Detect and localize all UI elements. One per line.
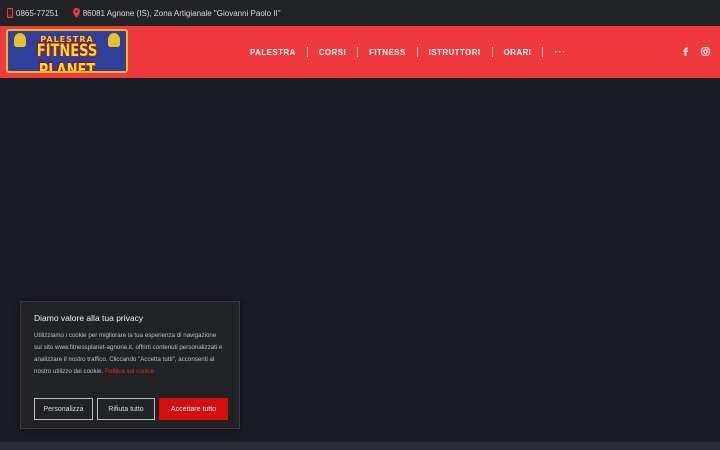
- nav-more-button[interactable]: ···: [554, 47, 566, 57]
- nav-divider: [357, 47, 359, 57]
- site-header: PALESTRA FITNESS PLANET PALESTRA CORSI F…: [0, 26, 720, 78]
- phone-number: 0865-77251: [16, 8, 59, 18]
- mobile-phone-icon: [7, 8, 13, 18]
- cookie-buttons: Personalizza Rifiuta tutto Accettare tut…: [34, 398, 232, 420]
- nav-divider: [491, 47, 493, 57]
- facebook-icon[interactable]: [683, 47, 688, 56]
- customize-button[interactable]: Personalizza: [34, 398, 93, 420]
- cookie-banner-title: Diamo valore alla tua privacy: [34, 313, 144, 323]
- site-logo[interactable]: PALESTRA FITNESS PLANET: [6, 29, 128, 73]
- nav-item-orari[interactable]: ORARI: [504, 48, 532, 57]
- map-marker-icon: [72, 8, 80, 18]
- social-links: [670, 47, 710, 56]
- nav-divider: [542, 47, 544, 57]
- cookie-consent-banner: Diamo valore alla tua privacy Utilizziam…: [20, 301, 240, 429]
- nav-item-istruttori[interactable]: ISTRUTTORI: [429, 48, 481, 57]
- address-text: 86081 Agnone (IS), Zona Artigianale "Gio…: [82, 8, 281, 18]
- nav-item-palestra[interactable]: PALESTRA: [250, 48, 296, 57]
- main-navigation: PALESTRA CORSI FITNESS ISTRUTTORI ORARI …: [250, 26, 566, 78]
- phone-contact[interactable]: 0865-77251: [7, 8, 59, 18]
- nav-item-corsi[interactable]: CORSI: [319, 48, 346, 57]
- reject-all-button[interactable]: Rifiuta tutto: [97, 398, 155, 420]
- instagram-icon[interactable]: [701, 47, 710, 56]
- cookie-policy-link[interactable]: Politica sui cookie: [105, 368, 154, 375]
- nav-divider: [416, 47, 418, 57]
- top-info-bar: 0865-77251 86081 Agnone (IS), Zona Artig…: [0, 0, 720, 26]
- footer-strip: [0, 442, 720, 450]
- accept-all-button[interactable]: Accettare tutto: [159, 398, 228, 420]
- nav-divider: [306, 47, 308, 57]
- address-contact[interactable]: 86081 Agnone (IS), Zona Artigianale "Gio…: [72, 8, 281, 18]
- cookie-banner-text: Utilizziamo i cookie per migliorare la t…: [34, 330, 224, 378]
- nav-item-fitness[interactable]: FITNESS: [369, 48, 406, 57]
- logo-line-2: FITNESS PLANET: [36, 41, 98, 73]
